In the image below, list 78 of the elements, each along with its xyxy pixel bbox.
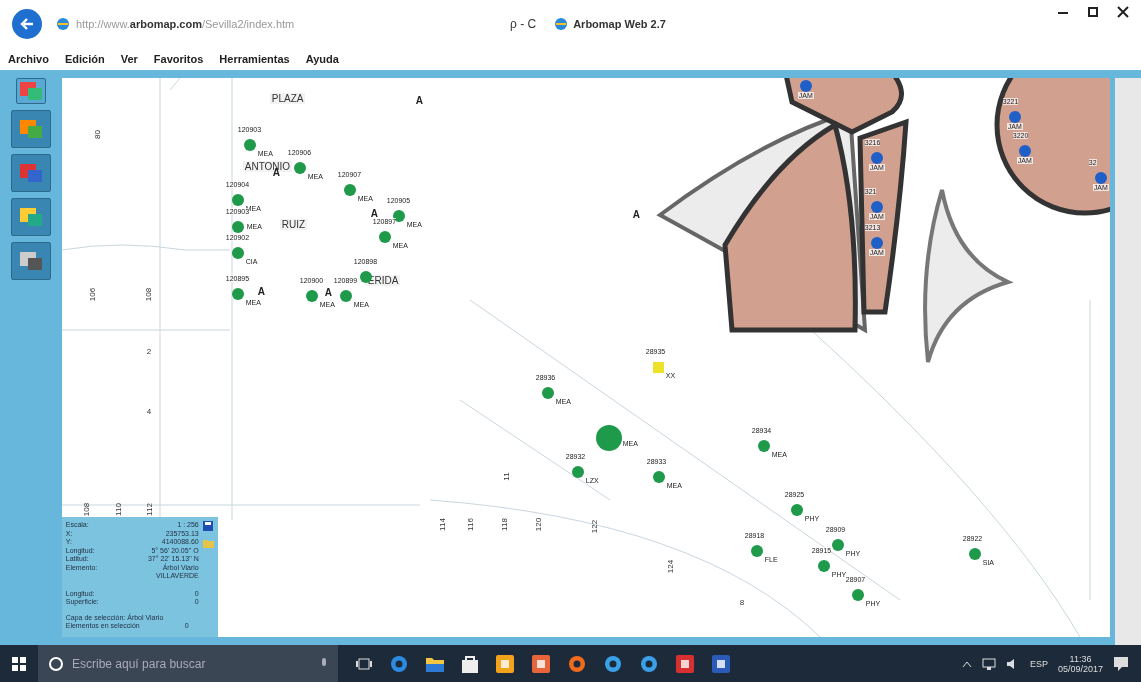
tree-marker[interactable]	[750, 545, 763, 557]
folder-icon[interactable]	[426, 655, 444, 672]
close-icon[interactable]	[1117, 6, 1129, 18]
back-arrow-icon	[19, 15, 35, 32]
tree-marker[interactable]	[293, 162, 306, 174]
parcel-number: 110	[113, 503, 123, 516]
tree-marker[interactable]	[343, 184, 356, 196]
parcel-number: 11	[501, 472, 511, 481]
tool-icon	[18, 118, 43, 140]
tree-marker[interactable]	[339, 290, 352, 302]
save-icon[interactable]	[202, 521, 213, 531]
parcel-number: 2	[146, 347, 152, 356]
tree-marker[interactable]	[243, 139, 256, 151]
parcel-number: 4	[146, 407, 152, 416]
menu-item[interactable]: Herramientas	[217, 51, 292, 66]
taskbar-clock[interactable]: 11:36 05/09/2017	[1057, 653, 1103, 674]
parcel-number: 122	[589, 519, 599, 534]
road-mark: A	[370, 208, 378, 219]
parcel-number: 116	[465, 518, 475, 531]
parcel-number: 80	[92, 130, 102, 139]
tree-marker[interactable]	[595, 425, 622, 451]
network-icon[interactable]	[981, 657, 996, 670]
search-icon	[48, 655, 64, 672]
tree-marker[interactable]	[831, 539, 844, 551]
shopping-bag-icon[interactable]	[462, 654, 478, 673]
tool-icon	[18, 206, 43, 228]
street-label: RUIZ	[279, 219, 308, 230]
menu-item[interactable]: Edición	[62, 51, 107, 66]
road-mark: A	[324, 287, 332, 298]
road-mark: A	[272, 167, 280, 178]
tree-marker[interactable]	[851, 589, 864, 601]
chevron-up-icon[interactable]	[961, 659, 972, 668]
tree-marker[interactable]	[305, 290, 318, 302]
tree-marker[interactable]	[571, 466, 584, 478]
edit-tool-button[interactable]	[10, 198, 51, 236]
tree-marker[interactable]	[652, 471, 665, 483]
parcel-number: 106	[87, 287, 97, 302]
road-mark: A	[257, 286, 265, 297]
parcel-number: 108	[143, 287, 153, 302]
windows-start-icon[interactable]	[12, 656, 26, 671]
tool-icon	[18, 250, 43, 272]
parcel-number: 108	[81, 502, 91, 517]
search-refresh-glyphs[interactable]: ρ - C	[510, 16, 537, 31]
tree-marker[interactable]	[790, 504, 803, 516]
print-tool-button[interactable]	[10, 242, 51, 280]
browser-tab[interactable]: Arbomap Web 2.7	[550, 14, 721, 33]
menu-item[interactable]: Archivo	[6, 51, 51, 66]
tree-marker[interactable]	[378, 231, 391, 243]
layers-tool-button[interactable]	[10, 110, 51, 148]
tree-marker[interactable]	[968, 548, 981, 560]
road-mark: A	[632, 209, 640, 220]
parcel-number: 118	[499, 518, 509, 531]
taskbar-search-field[interactable]: Escribe aquí para buscar	[38, 645, 338, 682]
parcel-number: 114	[437, 518, 447, 531]
parcel-number: 120	[533, 517, 543, 532]
parcel-number: 124	[665, 559, 675, 574]
measure-tool-button[interactable]	[10, 154, 51, 192]
tree-marker[interactable]	[817, 560, 830, 572]
maximize-icon[interactable]	[1087, 6, 1099, 18]
street-label: PLAZA	[269, 93, 306, 104]
map-tool-button[interactable]	[15, 78, 46, 104]
tree-marker[interactable]	[541, 387, 554, 399]
tool-icon	[18, 80, 43, 102]
parcel-number: 112	[144, 503, 154, 516]
notification-icon[interactable]	[1113, 655, 1129, 672]
menu-item[interactable]: Ver	[118, 51, 140, 66]
menu-item[interactable]: Favoritos	[151, 51, 206, 66]
task-view-icon[interactable]	[356, 657, 372, 670]
scroll-bar[interactable]	[1115, 78, 1141, 645]
square-marker[interactable]	[652, 362, 664, 373]
language-indicator[interactable]: ESP	[1029, 658, 1048, 669]
parcel-number: 8	[739, 598, 745, 607]
road-mark: A	[415, 95, 423, 106]
menu-item[interactable]: Ayuda	[303, 51, 341, 66]
tool-icon	[18, 162, 43, 184]
back-button[interactable]	[12, 8, 42, 39]
address-field[interactable]: http://www.arbomap.com/Sevilla2/index.htm	[76, 17, 295, 30]
tree-marker[interactable]	[757, 440, 770, 452]
